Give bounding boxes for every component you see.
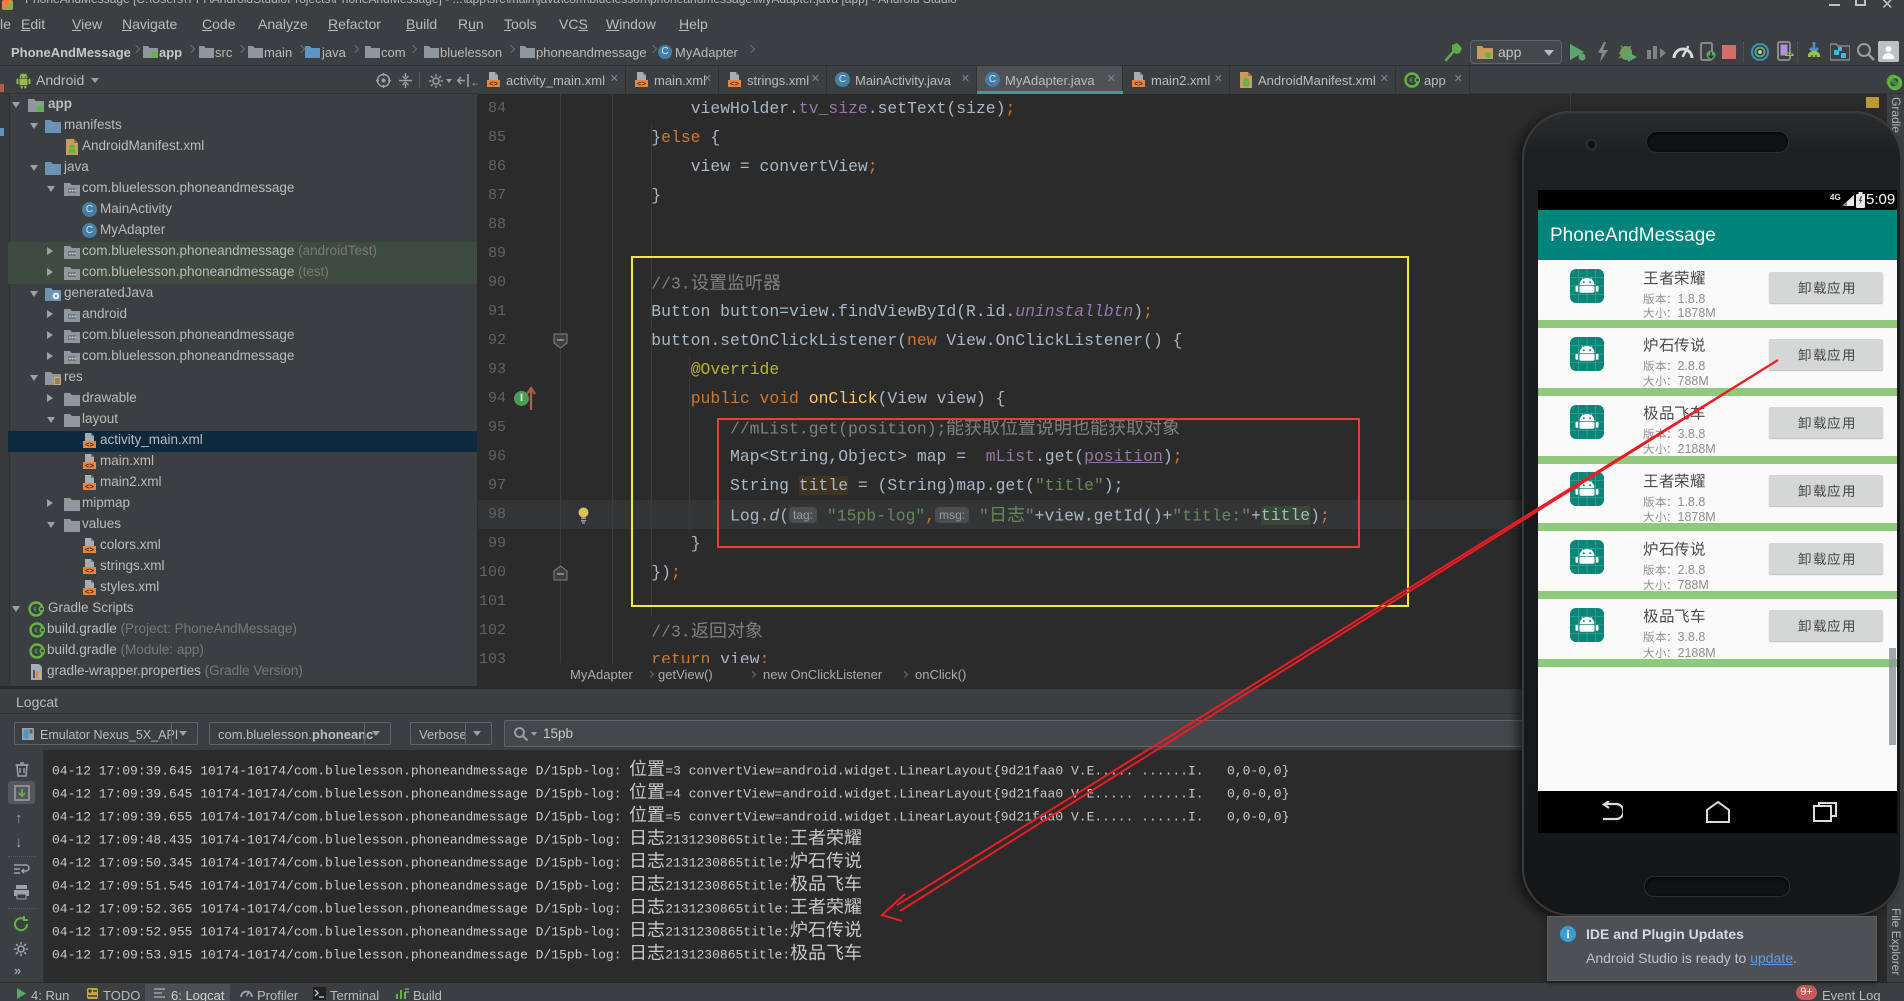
svg-text:<>: <> — [85, 587, 94, 596]
svg-text:<>: <> — [85, 545, 94, 554]
svg-text:<>: <> — [730, 79, 739, 88]
svg-text:<>: <> — [85, 440, 94, 449]
svg-text:<>: <> — [85, 482, 94, 491]
svg-text:<>: <> — [85, 461, 94, 470]
svg-text:<>: <> — [1134, 79, 1143, 88]
svg-text:<>: <> — [85, 566, 94, 575]
svg-text:<>: <> — [637, 79, 646, 88]
svg-text:<>: <> — [489, 79, 498, 88]
